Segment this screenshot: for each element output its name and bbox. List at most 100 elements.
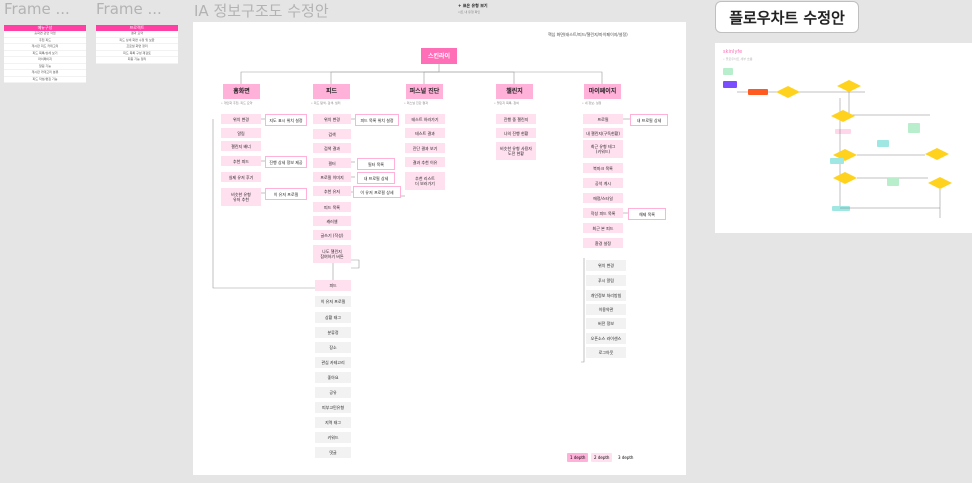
flow-home-node (835, 129, 851, 134)
mypage-item[interactable]: 내 챌린지(구독현황) (583, 128, 623, 138)
settings-item[interactable]: 개인정보 처리방침 (586, 290, 626, 301)
diagnosis-item[interactable]: 테스트 하러가기 (405, 114, 445, 124)
feed-detail-item[interactable]: 분류정 (315, 327, 351, 338)
feed-detail-item[interactable]: 상황 태그 (315, 312, 351, 323)
home-item[interactable]: 추천 피드 (221, 156, 261, 166)
legend-1-depth: 1 depth (567, 453, 589, 462)
flow-decision-node (837, 80, 861, 92)
diagnosis-item[interactable]: 테스트 결과 (405, 128, 445, 138)
legend-3-depth: 3 depth (615, 453, 637, 462)
flow-done-node (832, 206, 850, 211)
diagnosis-item[interactable]: 결과 추천 이유 (405, 157, 445, 167)
challenge-item[interactable]: 진행 중 챌린지 (496, 114, 536, 124)
feed-detail-item[interactable]: 댓글 (315, 447, 351, 458)
mypage-item[interactable]: 최근 유형 테그 (키워드) (583, 140, 623, 158)
feed-detail-item[interactable]: 키워드 (315, 432, 351, 443)
mypage-item[interactable]: 공석 게시 (583, 178, 623, 188)
depth1-home[interactable]: 홈화면 (223, 84, 260, 99)
depth1-feed[interactable]: 피드 (313, 84, 350, 99)
depth1-mypage[interactable]: 마이페이지 (584, 84, 621, 99)
mypage-item[interactable]: 북마크 목록 (583, 163, 623, 173)
ia-canvas[interactable]: 핵심 화면(태스트/피드/챌린지/마이페이지/설정) 스킨라이홈화면 • 개인화 … (193, 22, 686, 475)
ia-frame-title[interactable]: IA 정보구조도 수정안 (194, 0, 329, 21)
flow-login-node (723, 81, 737, 88)
feed-side-item[interactable]: 피드 목록 위치 설정 (355, 114, 399, 126)
depth1-sub: • 챌린지 목록, 참여 (494, 101, 519, 105)
breadcrumb: 핵심 화면(태스트/피드/챌린지/마이페이지/설정) (548, 32, 628, 37)
feed-item[interactable]: 나도 챌린지 참여하기 버튼 (313, 245, 351, 263)
feed-item[interactable]: 피드 목록 (313, 202, 351, 212)
challenge-item[interactable]: 나의 진행 현황 (496, 128, 536, 138)
feed-item[interactable]: 필터 (313, 158, 351, 168)
root-node[interactable]: 스킨라이 (421, 48, 457, 64)
depth1-challenge[interactable]: 챌린지 (496, 84, 533, 99)
home-item[interactable]: 챌린지 배너 (221, 141, 261, 151)
settings-item[interactable]: 버전 정보 (586, 318, 626, 329)
home-side-item[interactable]: 이 유저 프로필 (265, 188, 307, 200)
flow-decision-node (928, 177, 952, 189)
challenge-item[interactable]: 비슷한 유형 사용자 도전 현황 (496, 142, 536, 160)
mypage-side-item[interactable]: 내 프로필 상세 (630, 114, 668, 126)
flow-mypage-node (830, 158, 844, 164)
settings-item[interactable]: 오픈소스 라이센스 (586, 333, 626, 344)
feed-detail-item[interactable]: 장소 (315, 342, 351, 353)
mini-row: 최종 기능 정리 (96, 57, 178, 64)
feed-detail-item[interactable]: 이 유저 프로필 (315, 296, 351, 307)
flow-logo: skinlyfe (723, 49, 743, 55)
diagnosis-item[interactable]: 추천 리스트 더 보러가기 (405, 172, 445, 190)
settings-item[interactable]: 위치 변경 (586, 260, 626, 271)
feed-detail-item[interactable]: 피드 (315, 280, 351, 291)
diagnosis-item[interactable]: 진단 결과 보기 (405, 143, 445, 153)
home-item[interactable]: 알림 (221, 128, 261, 138)
depth1-sub: • 개인화 추천, 피드 요약 (221, 101, 253, 105)
flow-detail-node (908, 123, 920, 133)
flow-decision-node (776, 86, 800, 98)
mypage-side-item[interactable]: 해제 목록 (628, 208, 666, 220)
flow-onboarding-node (748, 89, 768, 95)
flow-feed-node (877, 140, 889, 147)
flowchart-title[interactable]: 플로우차트 수정안 (715, 1, 859, 33)
feed-detail-item[interactable]: 좋아요 (315, 372, 351, 383)
settings-item[interactable]: 로그아웃 (586, 347, 626, 358)
flowchart-diagram (723, 68, 952, 218)
feed-side-item[interactable]: 내 프로필 상세 (357, 172, 395, 184)
flow-decision-node (833, 172, 857, 184)
home-side-item[interactable]: 지도 표시 위치 설정 (265, 114, 307, 126)
feed-item[interactable]: 검색 결과 (313, 143, 351, 153)
settings-item[interactable]: 이용약관 (586, 304, 626, 315)
mypage-item[interactable]: 환경 설정 (583, 238, 623, 248)
feed-item[interactable]: 캐러셀 (313, 216, 351, 226)
frame-title-2[interactable]: Frame ... (96, 0, 162, 18)
feed-detail-item[interactable]: 지역 태그 (315, 417, 351, 428)
mypage-item[interactable]: 최근 본 피드 (583, 223, 623, 233)
frame-2-thumbnail[interactable]: 프로젝트 결과 요약 피드 상세 화면 수정 및 보완 프로필 화면 정리 피드 목록… (96, 25, 178, 64)
depth1-sub: • 내 정보, 설정 (582, 101, 602, 105)
home-item[interactable]: 비슷한 유형 유저 추천 (221, 188, 261, 206)
feed-detail-item[interactable]: 피부고민유형 (315, 402, 351, 413)
depth1-diagnosis[interactable]: 퍼스널 진단 (406, 84, 443, 99)
frame-1-thumbnail[interactable]: 메뉴구성 홈화면 관련 작업 추천 피드 게시판 피드 카테고리 피드 목록/상세 보… (4, 25, 86, 83)
frame-title-1[interactable]: Frame ... (4, 0, 70, 18)
legend-2-depth: 2 depth (591, 453, 613, 462)
home-item[interactable]: 위치 변경 (221, 114, 261, 124)
mypage-item[interactable]: 애정/스타일 (583, 193, 623, 203)
mypage-item[interactable]: 작성 피드 목록 (583, 208, 623, 218)
home-item[interactable]: 실제 유저 후기 (221, 172, 261, 182)
feed-side-item[interactable]: 필터 목록 (357, 158, 395, 170)
mypage-item[interactable]: 프로필 (583, 114, 623, 124)
feed-item[interactable]: 추천 유저 (313, 186, 351, 196)
flowchart-canvas[interactable]: skinlyfe • 플로우차트 세부 흐름 (715, 43, 972, 233)
feed-item[interactable]: 글쓰기 (작성) (313, 230, 351, 240)
feed-item[interactable]: 프로필 이미지 (313, 172, 351, 182)
feed-detail-item[interactable]: 관심 카테고리 (315, 357, 351, 368)
feed-item[interactable]: 위치 변경 (313, 114, 351, 124)
feed-item[interactable]: 검색 (313, 129, 351, 139)
home-side-item[interactable]: 진행 상세 정보 제공 (265, 156, 307, 168)
top-note-title: + 표은 유형 보기 (458, 3, 488, 8)
settings-item[interactable]: 푸시 알림 (586, 275, 626, 286)
top-note-sub: 시트 내 유형 확인 (458, 10, 481, 14)
flow-challenge-node (887, 178, 899, 186)
feed-side-item[interactable]: 이 유저 프로필 상세 (353, 186, 401, 198)
flow-start-node (723, 68, 733, 75)
feed-detail-item[interactable]: 공유 (315, 387, 351, 398)
